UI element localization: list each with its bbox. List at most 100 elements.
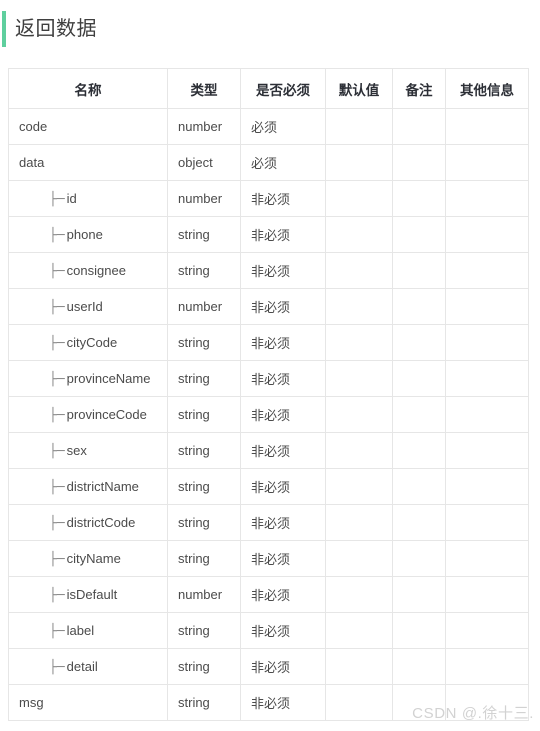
- cell-param-type: string: [167, 360, 241, 397]
- cell-param-type: string: [167, 540, 241, 577]
- cell-param-required: 非必须: [240, 216, 326, 253]
- cell-param-default: [325, 432, 393, 469]
- cell-param-other: [445, 108, 529, 145]
- cell-param-name: ├─ id: [8, 180, 168, 217]
- cell-param-name: msg: [8, 684, 168, 721]
- cell-param-required: 非必须: [240, 612, 326, 649]
- cell-param-default: [325, 144, 393, 181]
- cell-param-other: [445, 288, 529, 325]
- cell-param-required: 非必须: [240, 324, 326, 361]
- param-name-label: cityCode: [66, 334, 118, 350]
- cell-param-required: 非必须: [240, 360, 326, 397]
- tree-branch-icon: ├─: [49, 659, 65, 675]
- table-row: ├─ label string 非必须: [8, 612, 529, 649]
- cell-param-note: [392, 324, 446, 361]
- tree-branch-icon: ├─: [49, 407, 65, 423]
- cell-param-type: string: [167, 468, 241, 505]
- cell-param-other: [445, 360, 529, 397]
- cell-param-other: [445, 540, 529, 577]
- table-row: ├─ id number 非必须: [8, 180, 529, 217]
- table-row: ├─ phone string 非必须: [8, 216, 529, 253]
- param-name-label: phone: [66, 226, 103, 242]
- cell-param-note: [392, 108, 446, 145]
- param-name-label: districtName: [66, 478, 139, 494]
- param-name-label: provinceName: [66, 370, 151, 386]
- cell-param-default: [325, 180, 393, 217]
- cell-param-note: [392, 504, 446, 541]
- param-name-label: detail: [66, 658, 98, 674]
- cell-param-default: [325, 360, 393, 397]
- cell-param-default: [325, 576, 393, 613]
- return-data-table-container: 名称 类型 是否必须 默认值 备注 其他信息 code number 必须 data o…: [8, 68, 529, 721]
- tree-branch-icon: ├─: [49, 587, 65, 603]
- cell-param-required: 必须: [240, 144, 326, 181]
- cell-param-type: string: [167, 396, 241, 433]
- cell-param-name: ├─ cityCode: [8, 324, 168, 361]
- param-name-label: userId: [66, 298, 103, 314]
- param-name-label: sex: [66, 442, 87, 458]
- cell-param-required: 非必须: [240, 432, 326, 469]
- cell-param-required: 非必须: [240, 180, 326, 217]
- cell-param-type: string: [167, 324, 241, 361]
- cell-param-note: [392, 396, 446, 433]
- cell-param-default: [325, 468, 393, 505]
- cell-param-name: ├─ phone: [8, 216, 168, 253]
- cell-param-default: [325, 108, 393, 145]
- cell-param-type: number: [167, 288, 241, 325]
- cell-param-default: [325, 684, 393, 721]
- cell-param-other: [445, 612, 529, 649]
- cell-param-name: ├─ consignee: [8, 252, 168, 289]
- cell-param-name: ├─ label: [8, 612, 168, 649]
- cell-param-name: ├─ isDefault: [8, 576, 168, 613]
- param-name-label: districtCode: [66, 514, 136, 530]
- cell-param-note: [392, 432, 446, 469]
- cell-param-default: [325, 396, 393, 433]
- cell-param-required: 非必须: [240, 684, 326, 721]
- cell-param-note: [392, 144, 446, 181]
- column-header-note: 备注: [392, 68, 446, 109]
- cell-param-name: ├─ sex: [8, 432, 168, 469]
- cell-param-type: number: [167, 180, 241, 217]
- param-name-label: provinceCode: [66, 406, 147, 422]
- cell-param-note: [392, 612, 446, 649]
- param-name-label: isDefault: [66, 586, 118, 602]
- cell-param-type: string: [167, 252, 241, 289]
- table-row: ├─ districtCode string 非必须: [8, 504, 529, 541]
- tree-branch-icon: ├─: [49, 623, 65, 639]
- cell-param-type: string: [167, 612, 241, 649]
- cell-param-type: string: [167, 504, 241, 541]
- tree-branch-icon: ├─: [49, 299, 65, 315]
- tree-branch-icon: ├─: [49, 371, 65, 387]
- column-header-type: 类型: [167, 68, 241, 109]
- table-header-row: 名称 类型 是否必须 默认值 备注 其他信息: [8, 68, 529, 109]
- table-row: ├─ cityName string 非必须: [8, 540, 529, 577]
- cell-param-name: data: [8, 144, 168, 181]
- cell-param-default: [325, 612, 393, 649]
- cell-param-other: [445, 180, 529, 217]
- cell-param-name: ├─ provinceName: [8, 360, 168, 397]
- cell-param-required: 非必须: [240, 396, 326, 433]
- section-header: 返回数据: [0, 11, 97, 47]
- cell-param-other: [445, 684, 529, 721]
- cell-param-other: [445, 144, 529, 181]
- cell-param-note: [392, 288, 446, 325]
- cell-param-note: [392, 576, 446, 613]
- cell-param-name: ├─ detail: [8, 648, 168, 685]
- cell-param-name: ├─ districtCode: [8, 504, 168, 541]
- table-row: ├─ districtName string 非必须: [8, 468, 529, 505]
- tree-branch-icon: ├─: [49, 515, 65, 531]
- param-name-label: cityName: [66, 550, 121, 566]
- cell-param-required: 非必须: [240, 504, 326, 541]
- cell-param-name: ├─ districtName: [8, 468, 168, 505]
- param-name-label: code: [19, 119, 48, 134]
- page-title: 返回数据: [15, 18, 97, 40]
- cell-param-note: [392, 216, 446, 253]
- table-row: ├─ cityCode string 非必须: [8, 324, 529, 361]
- tree-branch-icon: ├─: [49, 263, 65, 279]
- cell-param-default: [325, 324, 393, 361]
- table-row: ├─ isDefault number 非必须: [8, 576, 529, 613]
- cell-param-required: 非必须: [240, 288, 326, 325]
- cell-param-required: 非必须: [240, 576, 326, 613]
- table-row: code number 必须: [8, 108, 529, 145]
- cell-param-note: [392, 684, 446, 721]
